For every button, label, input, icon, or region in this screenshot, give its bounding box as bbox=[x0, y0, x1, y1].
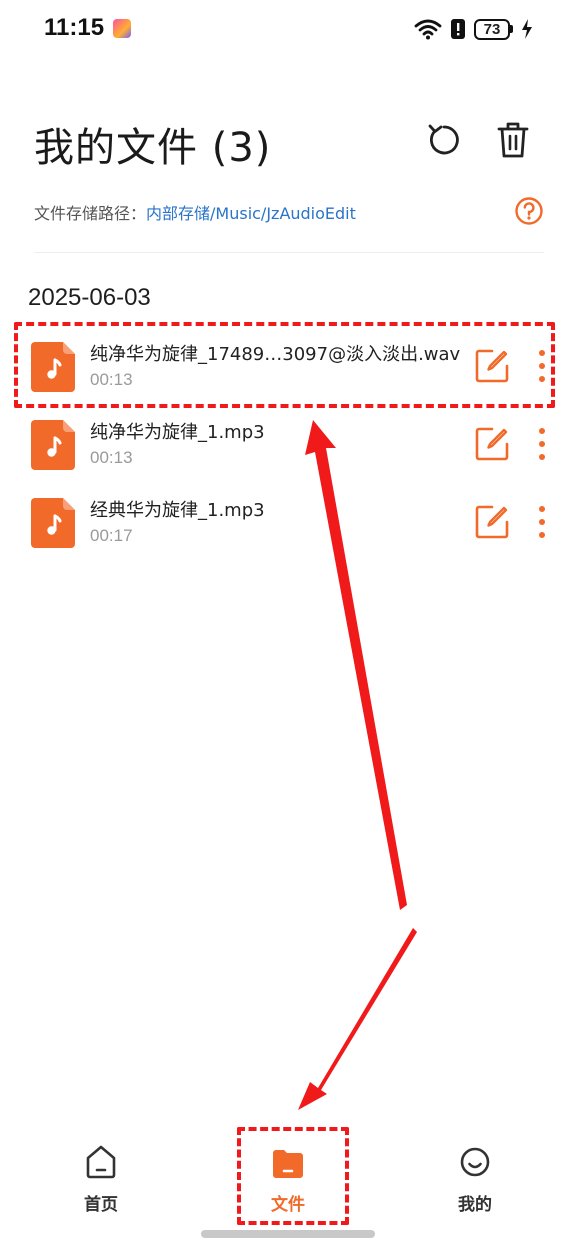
folder-icon bbox=[273, 1150, 303, 1178]
nav-item-mine[interactable]: 我的 bbox=[420, 1130, 530, 1226]
nav-label-files: 文件 bbox=[271, 1195, 305, 1215]
nav-item-files[interactable]: 文件 bbox=[233, 1130, 343, 1226]
nav-label-home: 首页 bbox=[84, 1195, 118, 1215]
smile-icon bbox=[460, 1147, 490, 1177]
bottom-nav: 首页 文件 我的 bbox=[0, 1130, 567, 1230]
home-indicator[interactable] bbox=[201, 1230, 375, 1238]
nav-item-home[interactable]: 首页 bbox=[46, 1130, 156, 1226]
nav-label-mine: 我的 bbox=[458, 1195, 492, 1215]
annotation-arrows bbox=[298, 420, 417, 1110]
home-icon bbox=[86, 1145, 116, 1179]
